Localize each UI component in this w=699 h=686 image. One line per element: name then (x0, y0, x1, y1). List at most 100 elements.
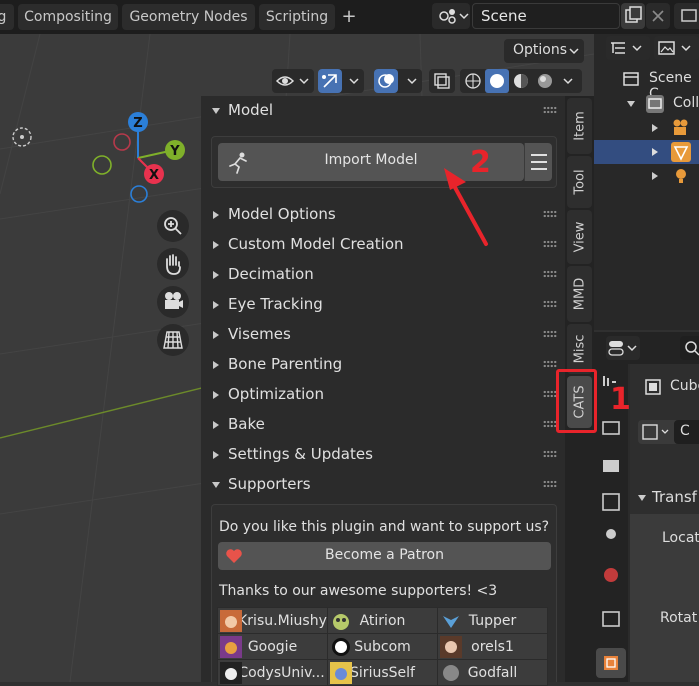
supporter-cell[interactable]: Atirion (327, 607, 438, 634)
object-data-icon (645, 379, 661, 395)
avatar (330, 662, 352, 684)
drag-handle-icon[interactable] (543, 210, 557, 218)
scene-collection-row[interactable]: Scene C (594, 66, 699, 102)
model-panel-header[interactable]: Model (201, 96, 565, 126)
camera-view-button[interactable] (157, 286, 189, 318)
rotation-label: Rotat (660, 610, 698, 626)
navigation-gizmo[interactable]: Z Y X (88, 108, 198, 218)
image-icon (658, 41, 691, 55)
filter-dropdown[interactable] (654, 36, 699, 60)
drag-handle-icon[interactable] (543, 106, 557, 114)
duplicate-scene-button[interactable] (621, 3, 645, 29)
section-bake[interactable]: Bake (201, 410, 565, 440)
section-supporters[interactable]: Supporters (201, 470, 565, 500)
drag-handle-icon[interactable] (543, 300, 557, 308)
import-menu-button[interactable] (524, 143, 552, 181)
tab-mmd[interactable]: MMD (567, 266, 592, 322)
x-axis-label: X (149, 168, 159, 183)
thanks-text: Thanks to our awesome supporters! <3 (219, 583, 498, 599)
tab-item[interactable]: Item (567, 98, 592, 154)
layers-icon (681, 9, 697, 22)
drag-handle-icon[interactable] (543, 480, 557, 488)
chevron-down-icon (569, 48, 579, 55)
section-optimization[interactable]: Optimization (201, 380, 565, 410)
drag-handle-icon[interactable] (543, 450, 557, 458)
hand-icon (166, 254, 181, 275)
drag-handle-icon[interactable] (543, 330, 557, 338)
properties-search-input[interactable] (680, 336, 699, 360)
scene-browse-button[interactable] (432, 3, 470, 29)
section-decimation[interactable]: Decimation (201, 260, 565, 290)
avatar (220, 636, 242, 658)
shading-icons (465, 69, 573, 93)
gizmo-dropdown[interactable] (318, 69, 364, 93)
arrow-annotation (444, 168, 488, 246)
object-properties-tab[interactable] (596, 648, 626, 678)
display-mode-dropdown[interactable] (606, 36, 650, 60)
table-row: Googie Subcom orels1 (217, 633, 548, 660)
z-axis-label: Z (133, 116, 142, 131)
section-custom-model-creation[interactable]: Custom Model Creation (201, 230, 565, 260)
section-bone-parenting[interactable]: Bone Parenting (201, 350, 565, 380)
collection-icon (646, 95, 664, 113)
xray-icon (434, 73, 450, 89)
supporters-box: Do you like this plugin and want to supp… (211, 504, 557, 686)
view-layer-button[interactable] (674, 3, 699, 29)
drag-handle-icon[interactable] (543, 420, 557, 428)
section-settings-updates[interactable]: Settings & Updates (201, 440, 565, 470)
tab-compositing[interactable]: Compositing (18, 4, 118, 30)
drag-handle-icon[interactable] (543, 360, 557, 368)
section-eye-tracking[interactable]: Eye Tracking (201, 290, 565, 320)
visibility-dropdown[interactable] (272, 69, 314, 93)
become-patron-button[interactable]: Become a Patron (218, 542, 551, 570)
options-dropdown[interactable]: Options (504, 39, 584, 63)
perspective-toggle-button[interactable] (157, 324, 189, 356)
drag-handle-icon[interactable] (543, 390, 557, 398)
supporter-cell[interactable]: Tupper (437, 607, 548, 634)
overlays-dropdown[interactable] (374, 69, 422, 93)
light-row[interactable] (594, 164, 699, 188)
camera-object-icon (673, 119, 688, 135)
tab-view[interactable]: View (567, 210, 592, 264)
transform-header[interactable]: Transf (652, 488, 697, 506)
highlight-cats-tab (556, 369, 597, 433)
tab-scripting[interactable]: Scripting (259, 4, 335, 30)
section-model-options[interactable]: Model Options (201, 200, 565, 230)
data-name-field[interactable]: C (674, 420, 699, 444)
supporter-cell[interactable]: Krisu.Miushy (217, 607, 328, 634)
supporter-cell[interactable]: Googie (217, 633, 328, 660)
grid-icon (163, 331, 183, 349)
supporter-cell[interactable]: orels1 (437, 633, 548, 660)
gizmo-icon (322, 74, 359, 88)
section-visemes[interactable]: Visemes (201, 320, 565, 350)
scene-name-field[interactable]: Scene (472, 3, 620, 29)
drag-handle-icon[interactable] (543, 240, 557, 248)
object-properties: Cube C Transf Locat Rotat (630, 364, 699, 682)
tab-partial[interactable]: g (0, 4, 14, 30)
avatar (220, 610, 242, 632)
editor-type-dropdown[interactable] (606, 336, 640, 360)
tab-misc[interactable]: Misc (567, 324, 592, 374)
pan-button[interactable] (157, 248, 189, 280)
avatar (440, 636, 462, 658)
step-1-label: 1 (610, 382, 631, 417)
outliner: Scene C Colle (594, 34, 699, 330)
shading-modes[interactable] (460, 69, 582, 93)
zoom-button[interactable] (157, 210, 189, 242)
tab-geometry-nodes[interactable]: Geometry Nodes (122, 4, 255, 30)
copy-icon (625, 6, 642, 23)
delete-scene-button[interactable] (646, 3, 670, 29)
cube-row[interactable] (594, 140, 699, 164)
collection-row[interactable]: Colle (594, 92, 699, 116)
eye-icon (275, 76, 309, 86)
scene-icon (439, 9, 469, 24)
xray-toggle[interactable] (429, 69, 455, 93)
overlay-icon (378, 74, 417, 88)
location-label: Locat (662, 530, 699, 546)
camera-row[interactable] (594, 116, 699, 140)
tab-tool[interactable]: Tool (567, 156, 592, 208)
supporter-cell[interactable]: Subcom (327, 633, 438, 660)
menu-icon (531, 154, 547, 170)
add-workspace-button[interactable]: + (338, 4, 360, 30)
drag-handle-icon[interactable] (543, 270, 557, 278)
